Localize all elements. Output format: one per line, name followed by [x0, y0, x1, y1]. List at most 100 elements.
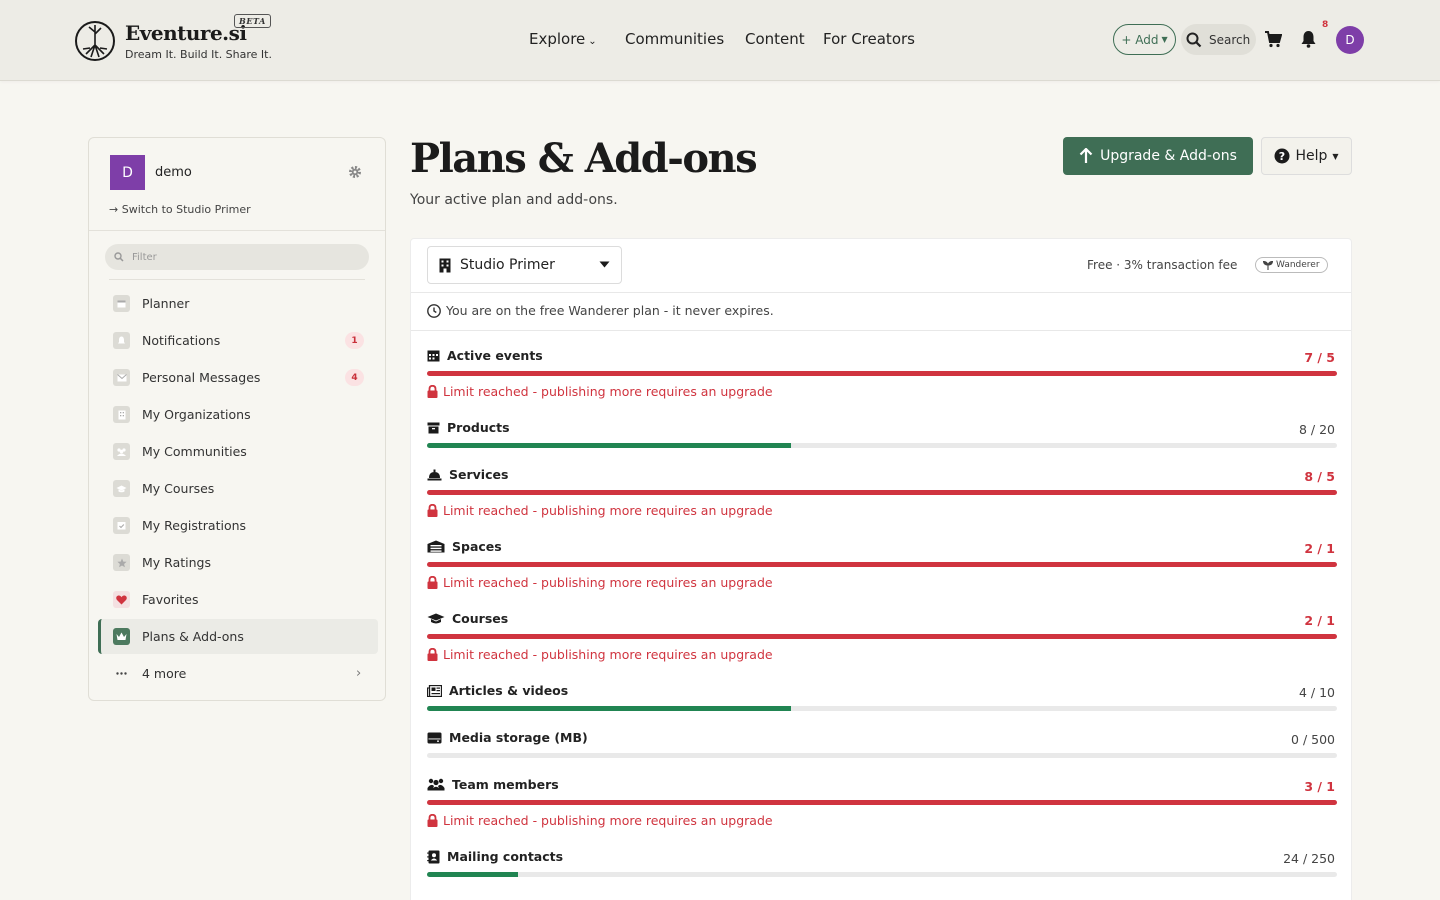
graduation-cap-icon	[427, 613, 445, 625]
user-avatar[interactable]: D	[1336, 26, 1364, 54]
calendar-icon	[113, 295, 130, 312]
star-icon	[113, 554, 130, 571]
gear-icon[interactable]	[348, 165, 362, 179]
nav-content[interactable]: Content	[745, 30, 805, 48]
quota-label: Courses	[427, 611, 508, 626]
sidebar-item-my-ratings[interactable]: My Ratings	[98, 545, 378, 580]
hdd-icon	[427, 732, 442, 744]
search-icon	[114, 252, 124, 262]
quota-progress-fill	[427, 490, 1337, 495]
quota-progress-fill	[427, 634, 1337, 639]
quota-value: 4 / 10	[1298, 685, 1335, 700]
chevron-right-icon: ›	[356, 666, 362, 681]
sidebar-item-notifications[interactable]: Notifications 1	[98, 323, 378, 358]
plan-card: Studio Primer Free · 3% transaction fee …	[410, 238, 1352, 900]
sidebar-item-more[interactable]: 4 more ›	[98, 656, 378, 691]
sidebar-item-personal-messages[interactable]: Personal Messages 4	[98, 360, 378, 395]
svg-text:?: ?	[1279, 150, 1285, 163]
ellipsis-icon	[113, 665, 130, 682]
quota-value: 24 / 250	[1283, 851, 1335, 866]
sidebar-item-favorites[interactable]: Favorites	[98, 582, 378, 617]
limit-reached-warning: Limit reached - publishing more requires…	[427, 647, 773, 662]
quota-value: 7 / 5	[1304, 350, 1335, 365]
quota-progress-bar	[427, 800, 1337, 805]
users-icon	[427, 778, 445, 791]
add-button[interactable]: + Add ▼	[1113, 24, 1176, 55]
page-title: Plans & Add-ons	[410, 135, 758, 182]
organization-select[interactable]: Studio Primer	[427, 246, 622, 284]
quota-progress-fill	[427, 800, 1337, 805]
sidebar-divider	[109, 279, 365, 280]
lock-icon	[427, 814, 438, 827]
envelope-icon	[113, 369, 130, 386]
nav-explore[interactable]: Explore ⌄	[529, 30, 597, 48]
plan-pricing-info: Free · 3% transaction fee	[1087, 258, 1238, 272]
cart-icon[interactable]	[1264, 30, 1282, 48]
quota-value: 8 / 5	[1304, 469, 1335, 484]
quota-label: Products	[427, 420, 510, 435]
page-subtitle: Your active plan and add-ons.	[410, 192, 618, 208]
bell-icon[interactable]	[1300, 30, 1317, 48]
quota-progress-fill	[427, 706, 791, 711]
account-sidebar: D demo → Switch to Studio Primer Filter …	[88, 137, 386, 701]
notifications-count-badge: 1	[345, 332, 364, 349]
quota-value: 0 / 500	[1291, 732, 1335, 747]
sidebar-item-my-communities[interactable]: My Communities	[98, 434, 378, 469]
seedling-icon	[1263, 260, 1273, 270]
sidebar-item-planner[interactable]: Planner	[98, 286, 378, 321]
tree-logo-icon[interactable]	[74, 20, 116, 62]
quota-label: Services	[427, 467, 508, 482]
notification-count-badge: 8	[1322, 20, 1329, 30]
box-icon	[427, 422, 440, 434]
lock-icon	[427, 504, 438, 517]
help-button[interactable]: ? Help ▼	[1261, 137, 1352, 175]
quota-label: Team members	[427, 777, 559, 792]
calendar-icon	[427, 349, 440, 362]
upgrade-addons-button[interactable]: Upgrade & Add-ons	[1063, 137, 1253, 175]
brand-name[interactable]: Eventure.si	[125, 21, 247, 45]
brand-tagline: Dream It. Build It. Share It.	[125, 48, 272, 61]
quota-progress-fill	[427, 872, 518, 877]
quota-progress-fill	[427, 443, 791, 448]
building-icon	[439, 258, 451, 272]
limit-reached-warning: Limit reached - publishing more requires…	[427, 384, 773, 399]
sidebar-item-my-registrations[interactable]: My Registrations	[98, 508, 378, 543]
search-button[interactable]: Search	[1181, 24, 1256, 55]
quota-value: 2 / 1	[1304, 613, 1335, 628]
limit-reached-warning: Limit reached - publishing more requires…	[427, 575, 773, 590]
quota-label: Media storage (MB)	[427, 730, 588, 745]
free-plan-note: You are on the free Wanderer plan - it n…	[427, 303, 774, 318]
heart-icon	[113, 591, 130, 608]
search-icon	[1186, 32, 1202, 47]
sidebar-item-my-courses[interactable]: My Courses	[98, 471, 378, 506]
quota-value: 3 / 1	[1304, 779, 1335, 794]
quota-label: Mailing contacts	[427, 849, 563, 864]
lock-icon	[427, 648, 438, 661]
caret-down-icon: ▼	[1332, 151, 1339, 161]
lock-icon	[427, 385, 438, 398]
account-avatar: D	[110, 155, 145, 190]
quota-label: Spaces	[427, 539, 502, 554]
messages-count-badge: 4	[345, 369, 364, 386]
limit-reached-warning: Limit reached - publishing more requires…	[427, 813, 773, 828]
sidebar-item-plans-addons[interactable]: Plans & Add-ons	[98, 619, 378, 654]
quota-progress-bar	[427, 753, 1337, 758]
calendar-check-icon	[113, 517, 130, 534]
quota-progress-fill	[427, 371, 1337, 376]
lock-icon	[427, 576, 438, 589]
sidebar-account-header: D demo → Switch to Studio Primer	[89, 138, 385, 231]
sidebar-item-my-organizations[interactable]: My Organizations	[98, 397, 378, 432]
nav-communities[interactable]: Communities	[625, 30, 724, 48]
quota-progress-bar	[427, 562, 1337, 567]
address-book-icon	[427, 850, 440, 864]
switch-account-link[interactable]: → Switch to Studio Primer	[109, 203, 251, 216]
beta-badge: BETA	[234, 14, 271, 28]
sidebar-filter-input[interactable]: Filter	[105, 244, 369, 270]
plan-tier-badge: Wanderer	[1255, 257, 1328, 273]
quota-progress-bar	[427, 634, 1337, 639]
crown-icon	[113, 628, 130, 645]
question-circle-icon: ?	[1274, 148, 1290, 164]
nav-for-creators[interactable]: For Creators	[823, 30, 915, 48]
limit-reached-warning: Limit reached - publishing more requires…	[427, 503, 773, 518]
users-icon	[113, 443, 130, 460]
